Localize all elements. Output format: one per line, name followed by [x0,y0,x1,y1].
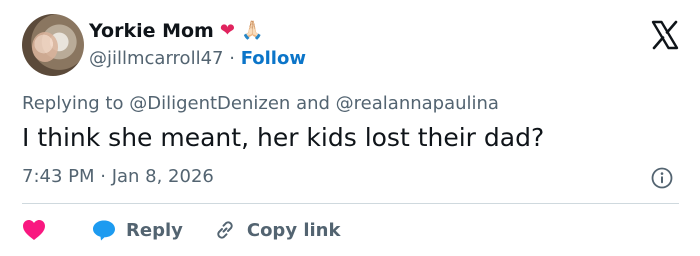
avatar-face [32,32,58,62]
heart-icon [23,220,45,240]
separator-dot: · [229,48,235,69]
reply-button[interactable]: Reply [92,219,183,241]
copy-link-label: Copy link [246,219,341,241]
action-bar: Reply Copy link [22,214,340,246]
handle-row: @jillmcarroll47 · Follow [89,48,306,69]
replying-to: Replying to @DiligentDenizen and @realan… [22,93,499,114]
mention-diligentdenizen[interactable]: @DiligentDenizen [129,93,290,114]
reply-label: Reply [126,219,183,241]
replying-prefix: Replying to [22,93,124,114]
praying-hands-emoji: 🙏🏻 [240,20,264,41]
info-icon[interactable] [651,167,673,189]
timestamp[interactable]: 7:43 PM · Jan 8, 2026 [22,166,214,187]
author-handle[interactable]: @jillmcarroll47 [89,48,223,69]
divider [22,203,679,204]
x-logo-icon[interactable] [650,20,680,50]
speech-bubble-icon [93,220,115,241]
author-name[interactable]: Yorkie Mom [89,20,214,42]
like-button[interactable] [22,219,46,241]
tweet-text: I think she meant, her kids lost their d… [22,123,545,152]
mention-realannapaulina[interactable]: @realannapaulina [336,93,499,114]
avatar[interactable] [22,14,84,76]
follow-button[interactable]: Follow [241,48,306,69]
author-name-row[interactable]: Yorkie Mom ❤ 🙏🏻 [89,20,263,42]
copy-link-button[interactable]: Copy link [213,218,341,242]
link-icon [217,221,233,239]
red-heart-emoji: ❤ [219,20,235,41]
replying-joiner: and [296,93,330,114]
